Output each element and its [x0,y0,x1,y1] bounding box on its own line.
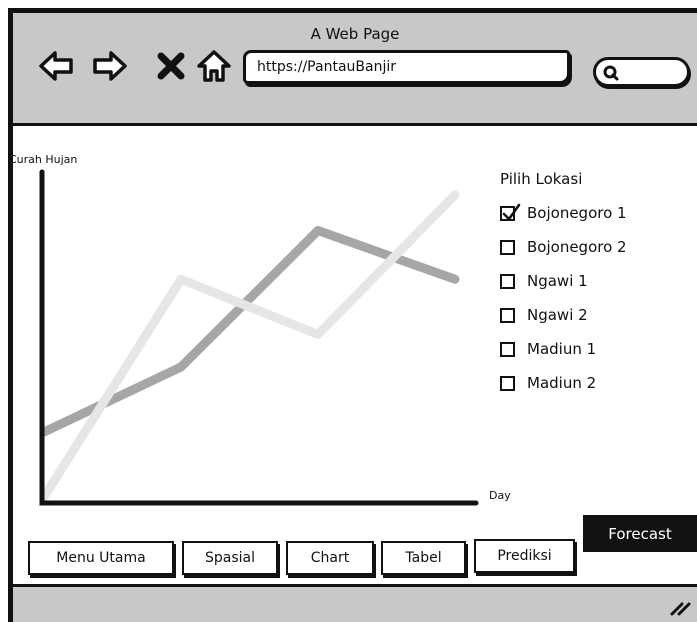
tab-tabel[interactable]: Tabel [381,541,466,575]
location-label: Bojonegoro 1 [527,204,627,222]
checkbox[interactable] [500,307,515,323]
checkbox[interactable] [500,341,515,357]
resize-grip-icon[interactable] [668,598,692,616]
checkbox-checked[interactable] [500,203,521,221]
tab-menu-utama[interactable]: Menu Utama [28,541,174,575]
chart-axes [39,169,479,506]
location-label: Ngawi 1 [527,272,588,290]
location-picker-title: Pilih Lokasi [500,170,583,188]
location-item-madiun-1[interactable]: Madiun 1 [500,338,596,360]
x-axis-label: Day [489,489,511,502]
location-label: Bojonegoro 2 [527,238,627,256]
location-label: Madiun 2 [527,374,597,392]
checkbox[interactable] [500,375,515,391]
location-label: Ngawi 2 [527,306,588,324]
checkbox[interactable] [500,273,515,289]
location-label: Madiun 1 [527,340,597,358]
forecast-button[interactable]: Forecast [583,515,697,552]
status-bar [13,584,697,622]
location-item-ngawi-1[interactable]: Ngawi 1 [500,270,588,292]
location-item-bojonegoro-2[interactable]: Bojonegoro 2 [500,236,627,258]
location-item-bojonegoro-1[interactable]: Bojonegoro 1 [500,202,627,224]
location-item-ngawi-2[interactable]: Ngawi 2 [500,304,588,326]
tab-chart[interactable]: Chart [286,541,374,575]
y-axis-label: Curah Hujan [9,153,78,166]
tab-spasial[interactable]: Spasial [182,541,278,575]
checkbox[interactable] [500,239,515,255]
series-line-2 [39,190,460,502]
tab-prediksi[interactable]: Prediksi [474,539,575,573]
location-item-madiun-2[interactable]: Madiun 2 [500,372,596,394]
